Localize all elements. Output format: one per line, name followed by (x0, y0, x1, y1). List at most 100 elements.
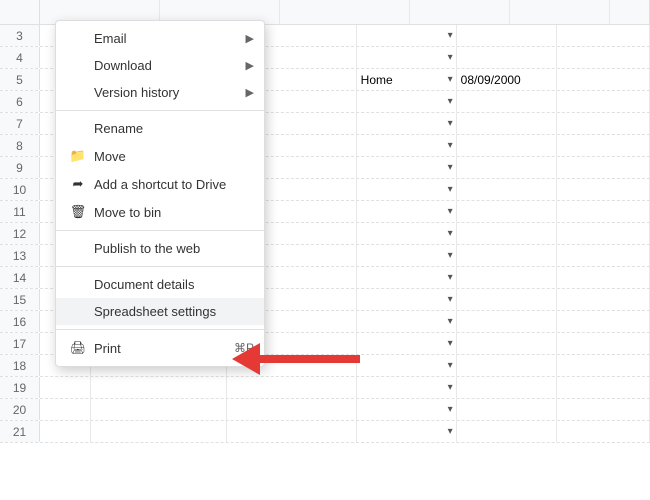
cell-category[interactable] (357, 113, 457, 134)
row-number: 19 (0, 377, 40, 398)
cell-category[interactable] (357, 289, 457, 310)
row-number: 13 (0, 245, 40, 266)
cell-empty2 (91, 377, 227, 398)
cell-description (227, 399, 357, 420)
cell-extra (557, 245, 650, 266)
cell-extra (557, 311, 650, 332)
cell-extra (557, 157, 650, 178)
submenu-arrow-icon: ▶ (246, 32, 254, 45)
row-number: 8 (0, 135, 40, 156)
cell-category[interactable] (357, 245, 457, 266)
menu-item-email[interactable]: Email▶ (56, 25, 264, 52)
cell-extra (557, 113, 650, 134)
cell-extra (557, 333, 650, 354)
col-header-date (510, 0, 610, 24)
cell-extra (557, 377, 650, 398)
row-number: 12 (0, 223, 40, 244)
cell-category[interactable] (357, 47, 457, 68)
trash-icon: 🗑 (70, 204, 86, 220)
cell-date (457, 91, 557, 112)
cell-date (457, 399, 557, 420)
cell-extra (557, 47, 650, 68)
cell-description (227, 377, 357, 398)
cell-category[interactable] (357, 421, 457, 442)
cell-date (457, 421, 557, 442)
cell-date (457, 47, 557, 68)
cell-extra (557, 91, 650, 112)
cell-category[interactable] (357, 355, 457, 376)
menu-label-shortcut: Add a shortcut to Drive (94, 177, 226, 192)
cell-category[interactable] (357, 333, 457, 354)
menu-label-print: Print (94, 341, 121, 356)
cell-category[interactable] (357, 311, 457, 332)
cell-extra (557, 223, 650, 244)
cell-date (457, 201, 557, 222)
cell-empty2 (91, 421, 227, 442)
cell-extra (557, 201, 650, 222)
menu-label-download: Download (94, 58, 152, 73)
cell-description (227, 421, 357, 442)
row-number: 14 (0, 267, 40, 288)
menu-divider (56, 110, 264, 111)
row-number: 4 (0, 47, 40, 68)
arrow-head (232, 343, 260, 375)
cell-empty (40, 399, 91, 420)
cell-extra (557, 179, 650, 200)
col-header-income (610, 0, 650, 24)
row-number: 10 (0, 179, 40, 200)
col-header-category (410, 0, 510, 24)
menu-label-publish: Publish to the web (94, 241, 200, 256)
menu-item-rename[interactable]: Rename (56, 115, 264, 142)
menu-item-publish[interactable]: Publish to the web (56, 235, 264, 262)
menu-item-version-history[interactable]: Version history▶ (56, 79, 264, 106)
row-number: 5 (0, 69, 40, 90)
menu-item-spreadsheet-settings[interactable]: Spreadsheet settings (56, 298, 264, 325)
cell-category[interactable] (357, 399, 457, 420)
row-num-spacer (0, 0, 40, 24)
menu-label-rename: Rename (94, 121, 143, 136)
cell-date (457, 135, 557, 156)
cell-date (457, 223, 557, 244)
cell-empty (40, 377, 91, 398)
cell-empty2 (91, 399, 227, 420)
cell-category[interactable] (357, 157, 457, 178)
arrow-body (260, 355, 360, 363)
cell-extra (557, 399, 650, 420)
cell-category[interactable] (357, 377, 457, 398)
cell-date (457, 311, 557, 332)
cell-date (457, 333, 557, 354)
row-number: 7 (0, 113, 40, 134)
cell-date (457, 267, 557, 288)
row-number: 17 (0, 333, 40, 354)
cell-date (457, 377, 557, 398)
table-row: 20 (0, 399, 650, 421)
context-menu: Email▶Download▶Version history▶Rename📁Mo… (55, 20, 265, 367)
cell-category[interactable] (357, 267, 457, 288)
cell-date (457, 289, 557, 310)
cell-category[interactable] (357, 135, 457, 156)
row-number: 3 (0, 25, 40, 46)
cell-category[interactable] (357, 201, 457, 222)
menu-label-move: Move (94, 149, 126, 164)
menu-divider (56, 230, 264, 231)
cell-extra (557, 69, 650, 90)
row-number: 11 (0, 201, 40, 222)
menu-item-download[interactable]: Download▶ (56, 52, 264, 79)
col-header-description-label (280, 0, 410, 24)
cell-category[interactable] (357, 25, 457, 46)
cell-category[interactable] (357, 91, 457, 112)
menu-item-shortcut[interactable]: ➦Add a shortcut to Drive (56, 170, 264, 198)
cell-category[interactable] (357, 179, 457, 200)
cell-extra (557, 289, 650, 310)
menu-item-move[interactable]: 📁 Move (56, 142, 264, 170)
menu-item-bin[interactable]: 🗑Move to bin (56, 198, 264, 226)
cell-category[interactable]: Home (357, 69, 457, 90)
row-number: 18 (0, 355, 40, 376)
folder-icon: 📁 (70, 148, 86, 164)
row-number: 15 (0, 289, 40, 310)
cell-category[interactable] (357, 223, 457, 244)
cell-date (457, 113, 557, 134)
menu-divider (56, 266, 264, 267)
cell-extra (557, 355, 650, 376)
menu-item-doc-details[interactable]: Document details (56, 271, 264, 298)
